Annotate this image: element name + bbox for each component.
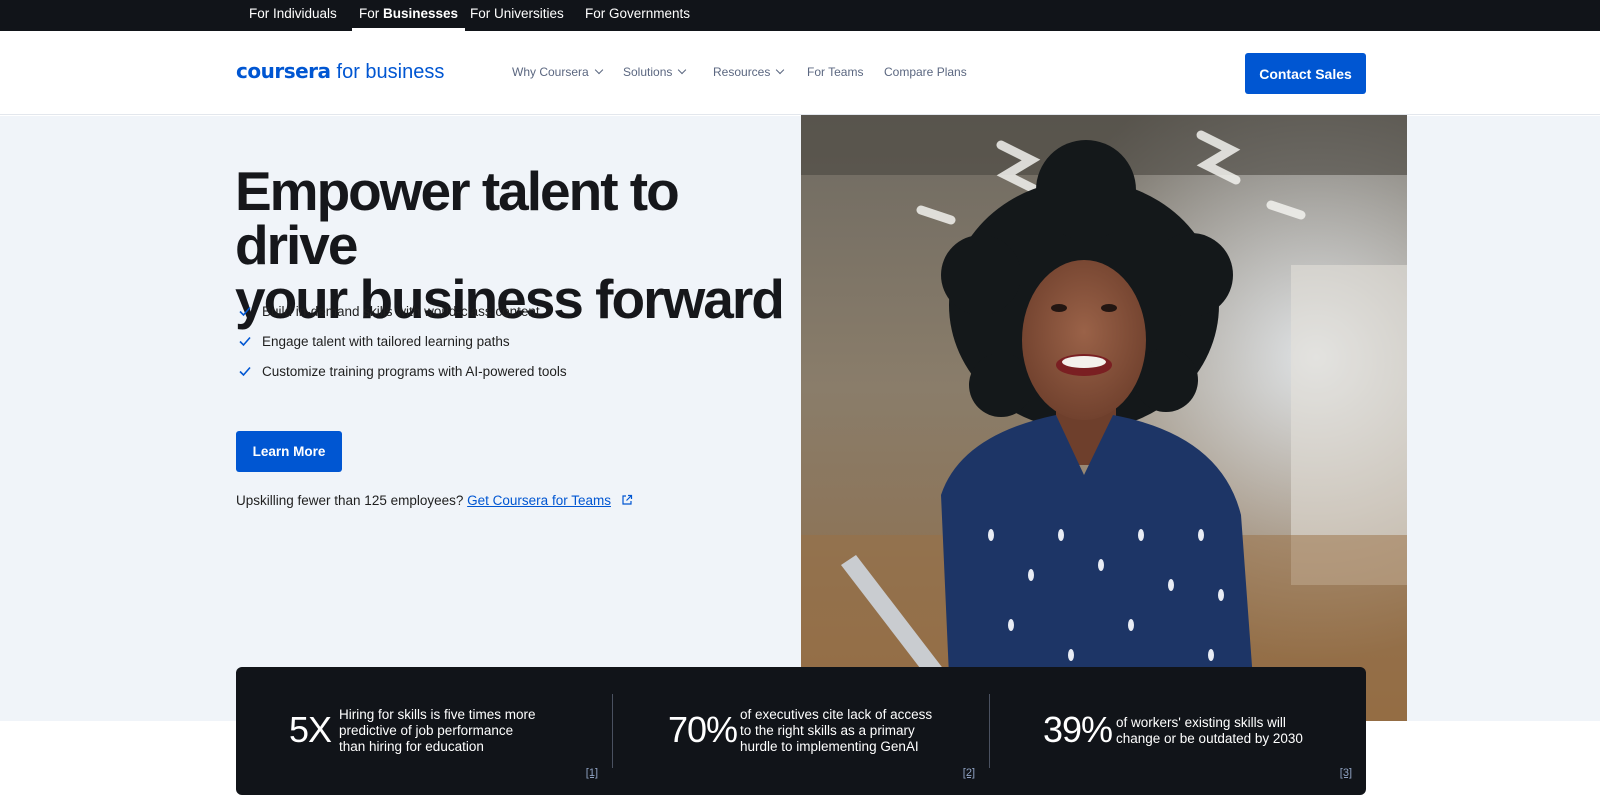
stat-value: 70% xyxy=(668,709,738,750)
stat-reference-link[interactable]: [2] xyxy=(963,767,975,779)
check-icon xyxy=(239,366,251,377)
stat-reference-link[interactable]: [1] xyxy=(586,767,598,779)
benefit-text: Engage talent with tailored learning pat… xyxy=(262,333,510,349)
audience-label: Individuals xyxy=(273,6,337,21)
nav-why-coursera[interactable]: Why Coursera xyxy=(512,65,603,79)
logo-wordmark: coursera xyxy=(236,59,331,83)
audience-label: Businesses xyxy=(383,6,459,21)
audience-bar: For Individuals For Businesses For Unive… xyxy=(0,0,1600,31)
benefit-text: Customize training programs with AI-powe… xyxy=(262,363,567,379)
nav-label: Compare Plans xyxy=(884,65,967,79)
audience-label: Universities xyxy=(494,6,564,21)
audience-universities-link[interactable]: For Universities xyxy=(463,0,571,31)
benefit-item: Engage talent with tailored learning pat… xyxy=(238,326,567,356)
nav-label: Why Coursera xyxy=(512,65,589,79)
teams-prompt: Upskilling fewer than 125 employees? Get… xyxy=(236,493,633,508)
teams-prompt-text: Upskilling fewer than 125 employees? xyxy=(236,493,464,508)
audience-prefix: For xyxy=(470,6,491,21)
logo-subtitle: for business xyxy=(336,61,445,83)
benefits-list: Build in-demand skills with world-class … xyxy=(238,296,567,386)
check-icon xyxy=(239,336,251,347)
nav-resources[interactable]: Resources xyxy=(713,65,785,79)
chevron-down-icon xyxy=(594,65,603,75)
stat-card: 5X Hiring for skills is five times more … xyxy=(236,667,612,795)
external-link-icon[interactable] xyxy=(621,494,633,506)
stat-reference-link[interactable]: [3] xyxy=(1340,767,1352,779)
stat-card: 39% of workers' existing skills will cha… xyxy=(990,667,1366,795)
stat-value: 39% xyxy=(1043,709,1113,750)
nav-label: Solutions xyxy=(623,65,673,79)
nav-solutions[interactable]: Solutions xyxy=(623,65,687,79)
nav-label: For Teams xyxy=(807,65,864,79)
audience-prefix: For xyxy=(249,6,270,21)
learn-more-button[interactable]: Learn More xyxy=(236,431,342,472)
nav-for-teams[interactable]: For Teams xyxy=(807,65,863,79)
site-header: coursera for business Why Coursera Soluti… xyxy=(0,31,1600,115)
audience-businesses-link[interactable]: For Businesses xyxy=(352,0,466,31)
stat-description: of executives cite lack of access to the… xyxy=(740,707,933,754)
stat-description: Hiring for skills is five times more pre… xyxy=(339,707,536,754)
stat-description: of workers' existing skills will change … xyxy=(1116,715,1303,746)
benefit-item: Build in-demand skills with world-class … xyxy=(238,296,567,326)
benefit-text: Build in-demand skills with world-class … xyxy=(262,303,540,319)
hero-photo xyxy=(801,115,1407,721)
stat-value: 5X xyxy=(289,709,332,750)
audience-individuals-link[interactable]: For Individuals xyxy=(242,0,344,31)
audience-prefix: For xyxy=(585,6,606,21)
stat-card: 70% of executives cite lack of access to… xyxy=(613,667,989,795)
chevron-down-icon xyxy=(776,65,785,75)
audience-prefix: For xyxy=(359,6,380,21)
contact-sales-button[interactable]: Contact Sales xyxy=(1245,53,1366,94)
check-icon xyxy=(239,306,251,317)
nav-compare-plans[interactable]: Compare Plans xyxy=(884,65,967,79)
hero-title-line: Empower talent to drive xyxy=(235,160,680,276)
audience-governments-link[interactable]: For Governments xyxy=(578,0,697,31)
stats-band: 5X Hiring for skills is five times more … xyxy=(236,667,1366,795)
smiling-woman-photo xyxy=(801,115,1407,721)
get-coursera-for-teams-link[interactable]: Get Coursera for Teams xyxy=(467,493,611,508)
audience-label: Governments xyxy=(609,6,691,21)
coursera-business-logo[interactable]: coursera for business xyxy=(236,59,444,89)
benefit-item: Customize training programs with AI-powe… xyxy=(238,356,567,386)
chevron-down-icon xyxy=(678,65,687,75)
nav-label: Resources xyxy=(713,65,771,79)
